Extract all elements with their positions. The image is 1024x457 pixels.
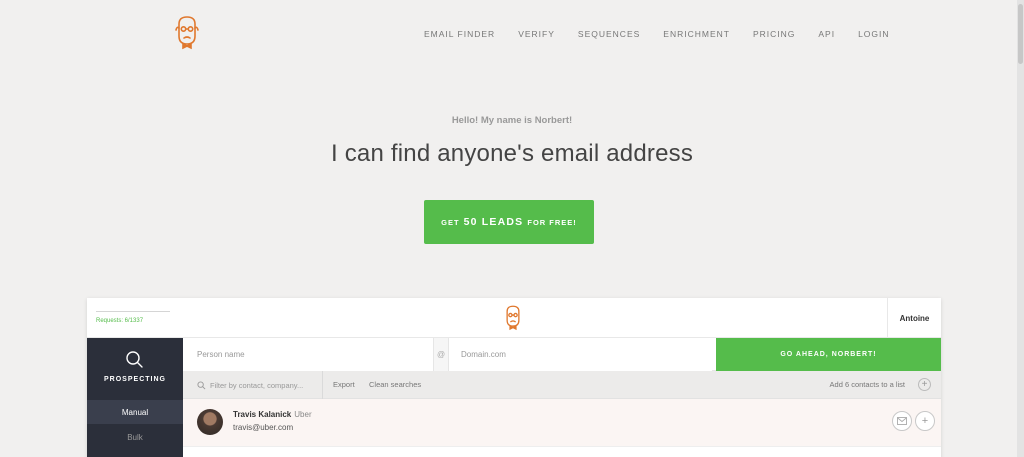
get-free-leads-button[interactable]: GET 50 LEADS FOR FREE!: [424, 200, 594, 244]
nav-verify[interactable]: VERIFY: [518, 29, 555, 39]
person-name-input[interactable]: [183, 338, 433, 371]
search-icon: [197, 380, 206, 389]
requests-counter: Requests: 6/1337: [96, 311, 170, 324]
add-to-list-link[interactable]: Add 6 contacts to a list: [830, 380, 905, 389]
contact-name-line: Travis Kalanick Uber: [233, 410, 312, 419]
norbert-logo-icon: [506, 305, 520, 331]
page-scrollbar[interactable]: [1017, 0, 1024, 457]
sidebar-title: PROSPECTING: [104, 376, 166, 383]
at-separator: @: [433, 338, 449, 371]
norbert-logo-icon[interactable]: [172, 14, 202, 52]
sidebar-prospecting[interactable]: PROSPECTING: [87, 338, 183, 400]
filter-placeholder: Filter by contact, company...: [210, 380, 304, 390]
go-ahead-button[interactable]: GO AHEAD, NORBERT!: [716, 338, 941, 371]
list-item[interactable]: Travis Kalanick Uber travis@uber.com +: [183, 399, 941, 447]
cta-highlight: 50 LEADS: [463, 216, 524, 228]
export-link[interactable]: Export: [333, 380, 355, 389]
hero-greeting: Hello! My name is Norbert!: [451, 115, 573, 126]
scrollbar-thumb[interactable]: [1018, 4, 1023, 64]
sidebar-item-manual[interactable]: Manual: [87, 400, 183, 424]
contact-company: Uber: [294, 410, 312, 419]
hero-headline: I can find anyone's email address: [330, 140, 694, 167]
contact-name: Travis Kalanick: [233, 410, 292, 419]
domain-input[interactable]: [449, 338, 712, 371]
search-row: @ GO AHEAD, NORBERT!: [183, 338, 941, 371]
clean-searches-link[interactable]: Clean searches: [369, 380, 421, 389]
sidebar: PROSPECTING Manual Bulk: [87, 338, 183, 457]
nav-api[interactable]: API: [818, 29, 835, 39]
nav-sequences[interactable]: SEQUENCES: [578, 29, 640, 39]
mail-icon[interactable]: [892, 411, 912, 431]
cta-prefix: GET: [441, 217, 460, 227]
user-menu[interactable]: Antoine: [887, 298, 941, 338]
app-preview: Requests: 6/1337 Antoine PROSPECTING Man…: [87, 298, 941, 457]
nav-email-finder[interactable]: EMAIL FINDER: [424, 29, 495, 39]
sidebar-item-bulk[interactable]: Bulk: [87, 425, 183, 449]
toolbar: Filter by contact, company... Export Cle…: [183, 371, 941, 399]
plus-icon[interactable]: +: [915, 411, 935, 431]
filter-input[interactable]: Filter by contact, company...: [183, 371, 323, 399]
cta-suffix: FOR FREE!: [527, 217, 577, 227]
contact-email: travis@uber.com: [233, 423, 294, 432]
app-header: Requests: 6/1337 Antoine: [87, 298, 941, 338]
add-to-list-icon[interactable]: +: [918, 378, 931, 391]
nav-login[interactable]: LOGIN: [858, 29, 889, 39]
nav-enrichment[interactable]: ENRICHMENT: [663, 29, 730, 39]
nav-pricing[interactable]: PRICING: [753, 29, 795, 39]
search-icon: [126, 351, 143, 368]
top-nav: EMAIL FINDER VERIFY SEQUENCES ENRICHMENT…: [424, 29, 913, 39]
avatar: [197, 409, 223, 435]
